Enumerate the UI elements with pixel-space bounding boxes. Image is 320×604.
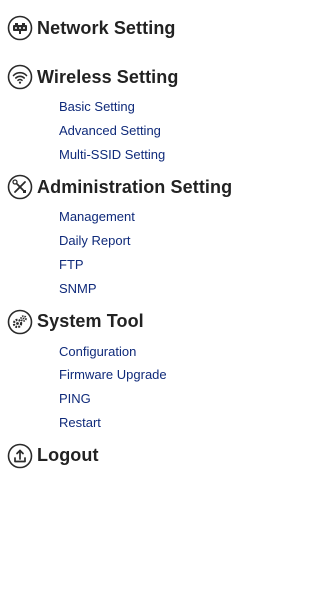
network-icon [7, 15, 33, 41]
section-logout: Logout [0, 438, 277, 474]
section-network: Network Setting [0, 10, 277, 46]
advanced-setting-link[interactable]: Advanced Setting [0, 119, 277, 143]
configuration-link[interactable]: Configuration [0, 340, 277, 364]
administration-setting-title: Administration Setting [37, 176, 233, 197]
network-setting-title: Network Setting [37, 17, 176, 38]
ftp-link[interactable]: FTP [0, 253, 277, 277]
section-administration: Administration Setting Management Daily … [0, 169, 277, 300]
ping-link[interactable]: PING [0, 387, 277, 411]
wireless-setting-title: Wireless Setting [37, 66, 179, 87]
system-tool-header[interactable]: System Tool [0, 304, 277, 340]
network-setting-header[interactable]: Network Setting [0, 10, 277, 46]
logout-title: Logout [37, 445, 99, 466]
administration-submenu: Management Daily Report FTP SNMP [0, 205, 277, 300]
system-tool-title: System Tool [37, 311, 144, 332]
restart-link[interactable]: Restart [0, 411, 277, 435]
section-system-tool: System Tool Configuration Firmware Upgra… [0, 304, 277, 435]
wireless-submenu: Basic Setting Advanced Setting Multi-SSI… [0, 95, 277, 166]
basic-setting-link[interactable]: Basic Setting [0, 95, 277, 119]
wireless-setting-header[interactable]: Wireless Setting [0, 59, 277, 95]
management-link[interactable]: Management [0, 205, 277, 229]
administration-setting-header[interactable]: Administration Setting [0, 169, 277, 205]
multi-ssid-setting-link[interactable]: Multi-SSID Setting [0, 143, 277, 167]
wifi-icon [7, 64, 33, 90]
firmware-upgrade-link[interactable]: Firmware Upgrade [0, 363, 277, 387]
snmp-link[interactable]: SNMP [0, 277, 277, 301]
daily-report-link[interactable]: Daily Report [0, 229, 277, 253]
tools-icon [7, 175, 33, 200]
logout-icon [7, 443, 33, 469]
gears-icon [7, 309, 33, 334]
system-tool-submenu: Configuration Firmware Upgrade PING Rest… [0, 340, 277, 435]
section-wireless: Wireless Setting Basic Setting Advanced … [0, 59, 277, 166]
sidebar-menu: Network Setting Wireless Setting Basic S… [0, 0, 277, 604]
logout-header[interactable]: Logout [0, 438, 277, 474]
